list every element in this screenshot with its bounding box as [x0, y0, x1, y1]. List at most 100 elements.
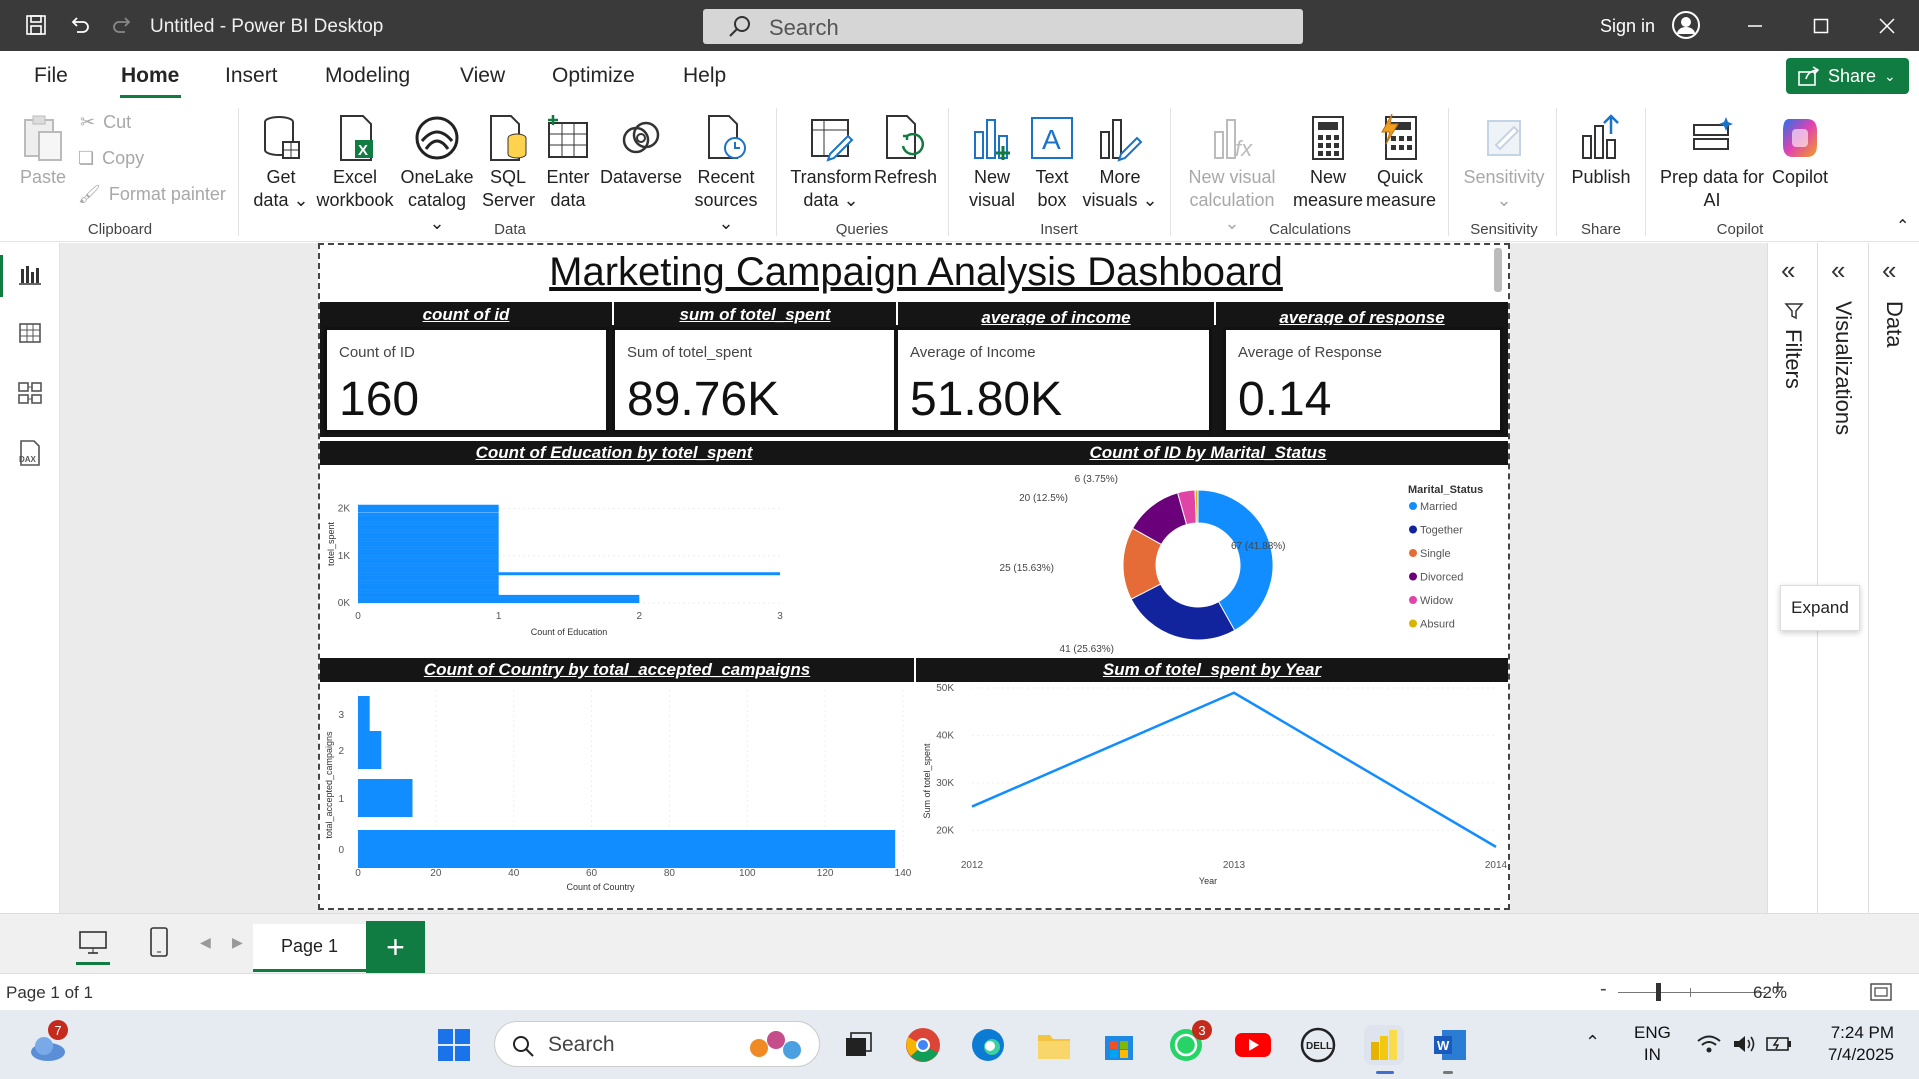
menu-optimize[interactable]: Optimize — [552, 64, 635, 88]
transform-data-button[interactable]: Transform data ⌄ — [790, 112, 872, 212]
collapse-filters-icon[interactable]: « — [1781, 255, 1795, 286]
prep-data-for-ai-button[interactable]: Prep data for AI — [1656, 112, 1768, 212]
cut-button[interactable]: ✂ Cut — [80, 112, 131, 133]
onelake-catalog-button[interactable]: OneLake catalog ⌄ — [398, 112, 476, 235]
group-data: Data — [494, 221, 526, 238]
copilot-label: Copilot — [1771, 167, 1829, 187]
new-measure-button[interactable]: New measure — [1290, 112, 1366, 212]
new-visual-calculation-button[interactable]: fx New visual calculation ⌄ — [1182, 112, 1282, 235]
sensitivity-icon — [1458, 112, 1550, 164]
desktop-layout-icon[interactable] — [78, 930, 108, 956]
chart-country-by-campaigns[interactable]: 0 20 40 60 80 100 120 140 3 2 1 0 Count of Country to… — [320, 684, 914, 908]
chart-education-by-spent[interactable]: 2K 1K 0K 0 1 2 3 Count of Education totel_spent — [320, 467, 908, 657]
region-label: IN — [1643, 1045, 1661, 1064]
copilot-button[interactable]: Copilot — [1768, 112, 1832, 189]
refresh-button[interactable]: Refresh — [874, 112, 937, 189]
menu-home[interactable]: Home — [121, 64, 179, 88]
bar — [358, 541, 499, 545]
legend-item: Single — [1420, 548, 1451, 560]
windows-start-icon[interactable] — [434, 1025, 474, 1065]
publish-button[interactable]: Publish — [1568, 112, 1634, 189]
collapse-ribbon-icon[interactable]: ⌃ — [1896, 216, 1909, 236]
word-icon[interactable]: W — [1430, 1025, 1470, 1065]
menu-modeling[interactable]: Modeling — [325, 64, 410, 88]
dell-icon[interactable]: DELL — [1298, 1025, 1338, 1065]
zoom-level[interactable]: 62% — [1753, 983, 1787, 1003]
share-button[interactable]: Share ⌄ — [1786, 58, 1909, 94]
input-language[interactable]: ENG IN — [1634, 1022, 1671, 1066]
bar — [358, 532, 499, 536]
microsoft-store-icon[interactable] — [1099, 1025, 1139, 1065]
zoom-slider-track[interactable] — [1618, 992, 1766, 993]
scroll-right-icon[interactable]: ▶ — [232, 934, 243, 951]
chrome-icon[interactable] — [903, 1025, 943, 1065]
get-data-button[interactable]: Get data ⌄ — [252, 112, 310, 212]
enter-data-button[interactable]: Enter data — [540, 112, 596, 212]
mobile-layout-icon[interactable] — [148, 926, 170, 958]
show-hidden-icons[interactable]: ⌃ — [1585, 1032, 1600, 1053]
youtube-icon[interactable] — [1233, 1025, 1273, 1065]
volume-icon[interactable] — [1732, 1034, 1758, 1059]
battery-icon[interactable] — [1766, 1035, 1792, 1058]
zoom-slider-thumb[interactable] — [1656, 983, 1661, 1001]
clock[interactable]: 7:24 PM 7/4/2025 — [1810, 1022, 1894, 1066]
data-pane[interactable]: « Data — [1868, 243, 1919, 913]
file-explorer-icon[interactable] — [1034, 1025, 1074, 1065]
collapse-data-icon[interactable]: « — [1882, 255, 1896, 286]
edge-icon[interactable] — [968, 1025, 1008, 1065]
task-view-icon[interactable] — [838, 1025, 878, 1065]
kpi-card-count-id[interactable]: Count of ID 160 — [324, 327, 609, 433]
minimize-icon[interactable] — [1735, 12, 1775, 40]
undo-icon[interactable] — [66, 11, 94, 39]
table-view-icon[interactable] — [14, 317, 46, 349]
filters-pane[interactable]: « Filters — [1767, 243, 1817, 913]
scroll-left-icon[interactable]: ◀ — [200, 934, 211, 951]
x-tick-label: 100 — [739, 868, 756, 879]
chart-spent-by-year[interactable]: 50K 40K 30K 20K 2012 2013 2014 Year Sum of totel… — [916, 684, 1508, 908]
menu-help[interactable]: Help — [683, 64, 726, 88]
copy-button[interactable]: ❏ Copy — [78, 148, 144, 169]
dax-query-view-icon[interactable]: DAX — [14, 437, 46, 469]
more-visuals-button[interactable]: More visuals ⌄ — [1082, 112, 1158, 212]
onelake-label-2: catalog — [407, 190, 467, 210]
sql-server-button[interactable]: SQL Server — [482, 112, 535, 212]
save-icon[interactable] — [22, 11, 50, 39]
power-bi-icon[interactable] — [1364, 1025, 1404, 1065]
new-visual-button[interactable]: New visual — [962, 112, 1022, 212]
menu-view[interactable]: View — [460, 64, 505, 88]
taskbar-search[interactable]: Search — [494, 1021, 820, 1067]
fit-to-page-icon[interactable] — [1870, 982, 1892, 1002]
maximize-icon[interactable] — [1801, 12, 1841, 40]
add-page-button[interactable]: + — [366, 921, 425, 973]
bar — [358, 512, 499, 516]
text-box-button[interactable]: A Text box — [1026, 112, 1078, 212]
page-tab-1[interactable]: Page 1 — [253, 924, 366, 972]
kpi-card-avg-income[interactable]: Average of Income 51.80K — [895, 327, 1212, 433]
menu-insert[interactable]: Insert — [225, 64, 278, 88]
zoom-out-button[interactable]: - — [1600, 978, 1607, 1001]
scrollbar-thumb[interactable] — [1494, 248, 1502, 292]
wifi-icon[interactable] — [1696, 1034, 1722, 1059]
chart-marital-donut[interactable]: 67 (41.88%) 41 (25.63%) 25 (15.63%) 20 (12.… — [908, 467, 1508, 657]
kpi-card-sum-spent[interactable]: Sum of totel_spent 89.76K — [612, 327, 897, 433]
ribbon-separator — [776, 108, 777, 236]
visualizations-pane[interactable]: « Visualizations — [1817, 243, 1868, 913]
dataverse-button[interactable]: Dataverse — [600, 112, 682, 189]
search-input[interactable]: Search — [703, 9, 1303, 44]
excel-workbook-button[interactable]: X Excel workbook — [314, 112, 396, 212]
close-icon[interactable] — [1867, 12, 1907, 40]
format-painter-button[interactable]: 🖌 Format painter — [78, 184, 226, 205]
sensitivity-button[interactable]: Sensitivity ⌄ — [1458, 112, 1550, 212]
new-visual-label-1: New — [973, 167, 1010, 187]
paste-button[interactable]: Paste — [18, 112, 68, 189]
redo-icon[interactable] — [108, 11, 136, 39]
quick-measure-button[interactable]: Quick measure — [1366, 112, 1436, 212]
report-view-icon[interactable] — [14, 259, 46, 291]
kpi-card-avg-response[interactable]: Average of Response 0.14 — [1223, 327, 1503, 433]
menu-file[interactable]: File — [34, 64, 68, 88]
sign-in-button[interactable]: Sign in — [1600, 16, 1655, 37]
collapse-visualizations-icon[interactable]: « — [1831, 255, 1845, 286]
model-view-icon[interactable] — [14, 377, 46, 409]
recent-sources-button[interactable]: Recent sources ⌄ — [690, 112, 762, 235]
account-icon[interactable] — [1670, 9, 1702, 41]
